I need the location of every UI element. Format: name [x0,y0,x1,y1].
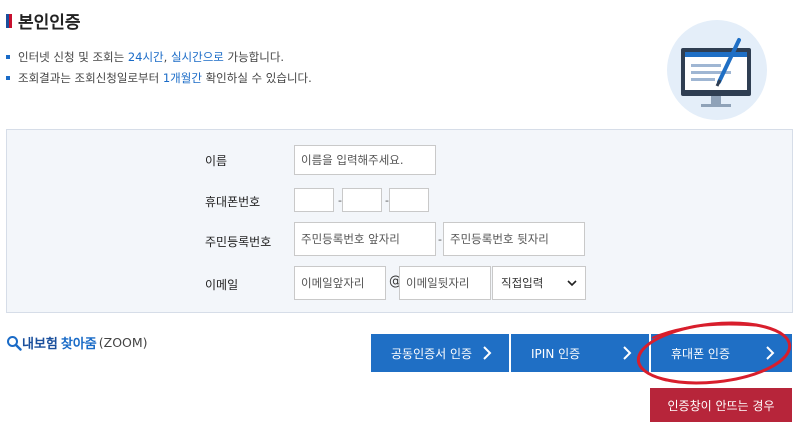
zoom-logo-part2: 찾아줌 [60,337,97,352]
auth-window-help-button[interactable]: 인증창이 안뜨는 경우 [650,388,792,422]
email-domain-value: 직접입력 [501,276,544,290]
phone-part3-input[interactable] [389,188,429,212]
bullet-icon [6,76,10,80]
notice-text: 조회결과는 조회신청일로부터 1개월간 확인하실 수 있습니다. [18,71,312,85]
rrn-dash: - [438,233,442,246]
zoom-logo-part1: 내보험 [22,337,58,352]
email-front-input[interactable] [294,266,386,300]
title-marker-icon [6,13,12,28]
chevron-right-icon [623,346,632,360]
cert-auth-button[interactable]: 공동인증서 인증 [371,334,509,372]
page-title: 본인인증 [18,13,81,33]
ipin-auth-button[interactable]: IPIN 인증 [511,334,649,372]
name-label: 이름 [205,154,228,168]
zoom-logo: 내보험 찾아줌 (ZOOM) [6,333,148,352]
monitor-illustration [667,20,767,120]
rrn-front-input[interactable] [294,222,436,256]
cert-auth-label: 공동인증서 인증 [391,346,473,361]
rrn-back-input[interactable] [443,222,585,256]
email-domain-select[interactable]: 직접입력 [492,266,586,300]
rrn-label: 주민등록번호 [205,235,272,249]
notice-item: 조회결과는 조회신청일로부터 1개월간 확인하실 수 있습니다. [6,70,312,86]
search-icon [7,335,22,351]
phone-auth-label: 휴대폰 인증 [671,346,731,361]
chevron-right-icon [766,346,775,360]
identity-form: 이름 휴대폰번호 - - 주민등록번호 - 이메일 @ 직접입력 [6,129,793,313]
email-back-input[interactable] [399,266,491,300]
phone-label: 휴대폰번호 [205,195,261,209]
ipin-auth-label: IPIN 인증 [531,346,581,361]
name-input[interactable] [294,145,436,175]
page-header: 본인인증 [6,8,81,33]
phone-auth-button[interactable]: 휴대폰 인증 [651,334,792,372]
chevron-down-icon [567,280,577,287]
notice-item: 인터넷 신청 및 조회는 24시간, 실시간으로 가능합니다. [6,49,284,65]
auth-window-help-label: 인증창이 안뜨는 경우 [667,398,775,413]
notice-text: 인터넷 신청 및 조회는 24시간, 실시간으로 가능합니다. [18,50,285,64]
phone-part1-input[interactable] [294,188,334,212]
chevron-right-icon [483,346,492,360]
bullet-icon [6,55,10,59]
email-label: 이메일 [205,278,239,292]
zoom-logo-part3: (ZOOM) [98,335,148,350]
phone-part2-input[interactable] [342,188,382,212]
